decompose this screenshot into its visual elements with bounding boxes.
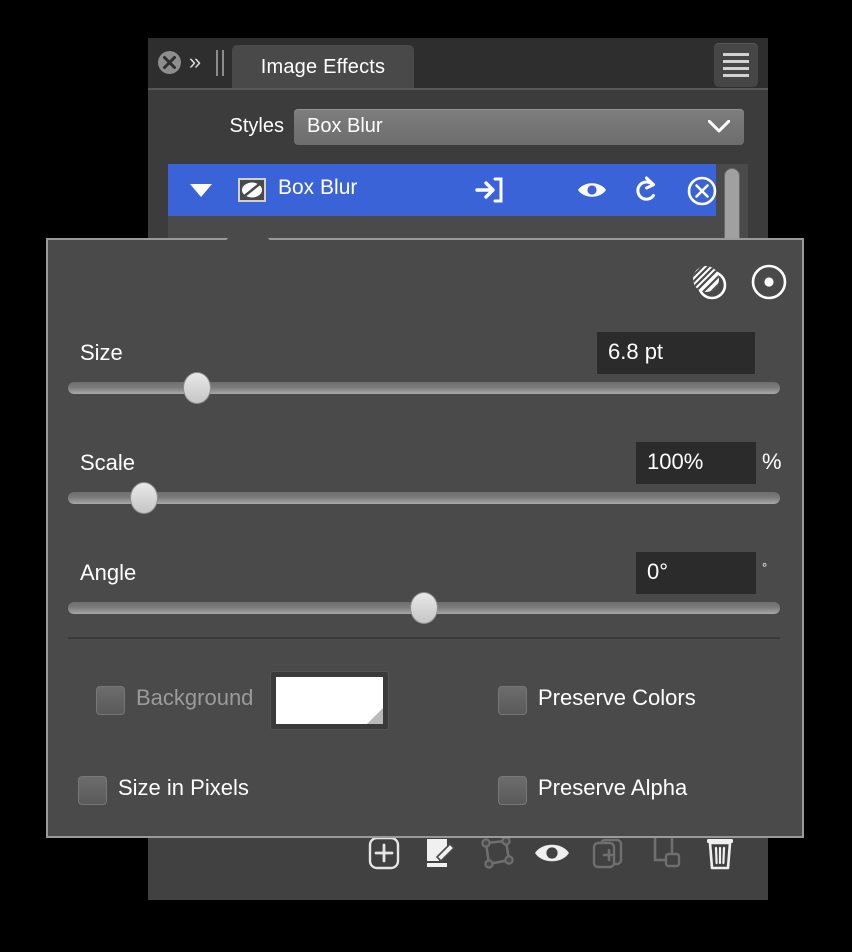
size-value-text: 6.8 pt bbox=[608, 339, 664, 364]
effect-thumbnail-icon bbox=[238, 178, 266, 202]
checkbox-box[interactable] bbox=[498, 776, 527, 805]
checkbox-box[interactable] bbox=[96, 686, 125, 715]
box-blur-settings-popup: Size 6.8 pt Scale 100% % Angle 0° ° bbox=[46, 218, 804, 838]
checkbox-box[interactable] bbox=[498, 686, 527, 715]
double-chevron-right-icon[interactable]: » bbox=[184, 49, 206, 75]
styles-label: Styles bbox=[229, 115, 284, 137]
titlebar-underline bbox=[148, 88, 768, 90]
arrow-into-box-icon[interactable] bbox=[473, 176, 503, 209]
popup-pointer-notch bbox=[224, 218, 272, 242]
hamburger-menu-icon[interactable] bbox=[714, 43, 758, 87]
angle-slider-thumb[interactable] bbox=[410, 592, 438, 624]
layer-name-label: Box Blur bbox=[278, 176, 358, 199]
grip-divider-icon bbox=[214, 50, 226, 76]
scale-unit-suffix: % bbox=[762, 449, 782, 474]
popup-section-divider bbox=[68, 637, 780, 639]
scale-slider-track[interactable] bbox=[68, 492, 780, 504]
background-color-swatch[interactable] bbox=[270, 671, 389, 730]
eye-visibility-icon[interactable] bbox=[576, 176, 608, 209]
size-slider-track[interactable] bbox=[68, 382, 780, 394]
slider-label-angle: Angle bbox=[80, 560, 137, 585]
tab-image-effects[interactable]: Image Effects bbox=[232, 45, 414, 90]
close-circle-icon[interactable] bbox=[158, 51, 181, 74]
styles-selected-value: Box Blur bbox=[307, 115, 383, 137]
size-value-field[interactable]: 6.8 pt bbox=[597, 332, 755, 374]
reset-icon[interactable] bbox=[633, 176, 661, 209]
checkbox-box[interactable] bbox=[78, 776, 107, 805]
layer-row-box-blur[interactable]: Box Blur bbox=[168, 164, 717, 216]
close-circle-icon[interactable] bbox=[687, 176, 717, 211]
angle-value-text: 0° bbox=[647, 559, 669, 584]
angle-unit-suffix: ° bbox=[762, 560, 768, 575]
color-swatch-corner-icon bbox=[367, 708, 383, 724]
chevron-down-icon bbox=[707, 119, 731, 133]
size-slider-thumb[interactable] bbox=[183, 372, 211, 404]
triangle-down-icon[interactable] bbox=[190, 184, 212, 197]
color-swatch-fill bbox=[276, 677, 383, 724]
checkbox-label: Size in Pixels bbox=[118, 775, 249, 800]
dot-circle-icon[interactable] bbox=[748, 261, 790, 303]
window-titlebar: » Image Effects bbox=[148, 38, 768, 90]
slider-label-size: Size bbox=[80, 340, 123, 365]
checkbox-label: Background bbox=[136, 685, 254, 710]
striped-circle-icon[interactable] bbox=[688, 261, 730, 303]
angle-value-field[interactable]: 0° bbox=[636, 552, 756, 594]
checkbox-label: Preserve Alpha bbox=[538, 775, 688, 800]
scale-value-text: 100% bbox=[647, 449, 704, 474]
checkbox-label: Preserve Colors bbox=[538, 685, 696, 710]
slider-label-scale: Scale bbox=[80, 450, 136, 475]
styles-dropdown[interactable]: Box Blur bbox=[294, 109, 744, 145]
scale-value-field[interactable]: 100% bbox=[636, 442, 756, 484]
scale-slider-thumb[interactable] bbox=[130, 482, 158, 514]
